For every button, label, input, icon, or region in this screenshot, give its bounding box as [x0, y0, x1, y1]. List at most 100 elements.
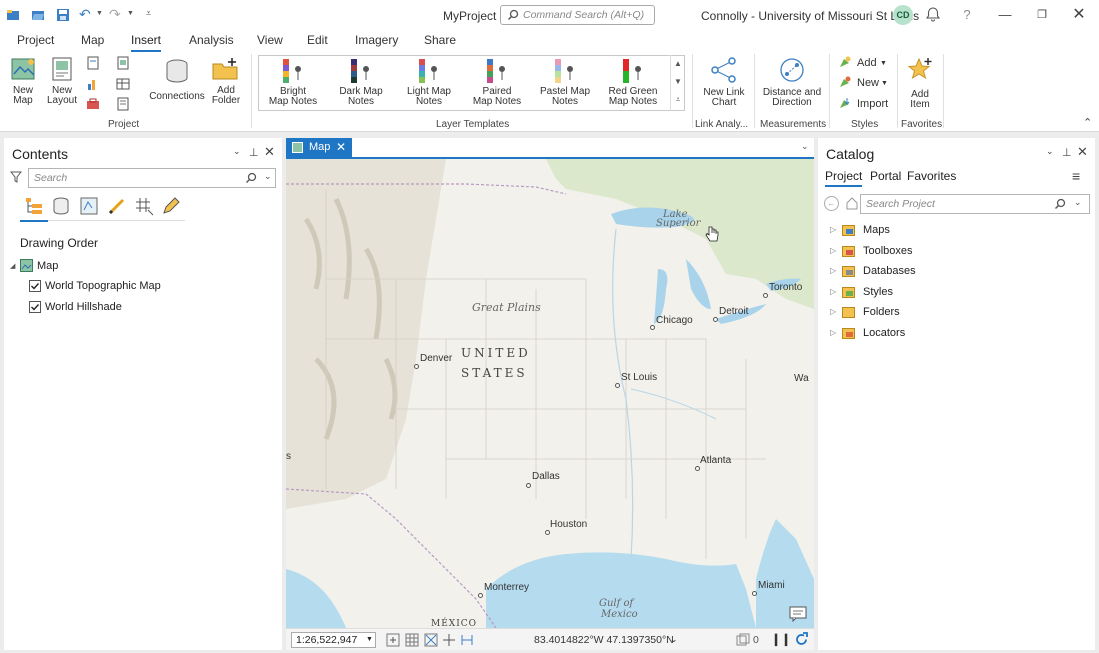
- catalog-item-locators[interactable]: ▷ Locators: [828, 326, 1078, 342]
- map-canvas[interactable]: Lake Superior Great Plains UNITED STATES…: [286, 159, 814, 628]
- customize-toolbar-icon[interactable]: ⩡: [146, 8, 151, 19]
- constraints-icon[interactable]: [424, 633, 438, 647]
- pane-options-dropdown-icon[interactable]: ⌄: [1046, 146, 1054, 157]
- distance-direction-button[interactable]: Distance and Direction: [758, 54, 826, 112]
- new-chart-icon[interactable]: [86, 77, 100, 91]
- layer-template-button[interactable]: Bright Map Notes: [259, 56, 327, 110]
- catalog-item-styles[interactable]: ▷ Styles: [828, 285, 1078, 301]
- map-view-options-icon[interactable]: ⌄: [801, 141, 809, 152]
- avatar[interactable]: CD: [893, 5, 913, 25]
- snapping-icon[interactable]: [442, 633, 456, 647]
- new-notebook-icon[interactable]: [116, 97, 130, 111]
- catalog-tab-project[interactable]: Project: [825, 169, 862, 183]
- minimize-button[interactable]: —: [996, 6, 1014, 24]
- list-by-snapping-icon[interactable]: [134, 196, 154, 216]
- pin-icon[interactable]: ⊥: [1062, 146, 1072, 159]
- search-options-dropdown-icon[interactable]: ⌄: [1074, 197, 1082, 208]
- catalog-item-toolboxes[interactable]: ▷ Toolboxes: [828, 244, 1078, 260]
- new-report-icon[interactable]: [86, 56, 100, 70]
- catalog-menu-icon[interactable]: ≡: [1072, 168, 1080, 184]
- close-map-tab-icon[interactable]: ✕: [336, 140, 346, 154]
- tab-insert[interactable]: Insert: [131, 33, 162, 52]
- expand-arrow-icon[interactable]: ▷: [830, 246, 836, 255]
- layer-visibility-checkbox[interactable]: [29, 301, 41, 313]
- home-icon[interactable]: [845, 196, 859, 210]
- add-folder-button[interactable]: Add Folder: [206, 54, 246, 112]
- layer-template-button[interactable]: Paired Map Notes: [463, 56, 531, 110]
- list-by-drawing-order-icon[interactable]: [24, 196, 44, 216]
- save-project-icon[interactable]: [56, 8, 70, 22]
- tab-map[interactable]: Map: [81, 33, 104, 47]
- map-expand-icon[interactable]: ◢: [10, 262, 15, 270]
- undo-icon[interactable]: ↶: [79, 6, 91, 23]
- list-by-selection-icon[interactable]: [79, 196, 99, 216]
- tab-project[interactable]: Project: [17, 33, 54, 47]
- expand-arrow-icon[interactable]: ▷: [830, 287, 836, 296]
- restore-button[interactable]: ❐: [1033, 6, 1051, 24]
- expand-arrow-icon[interactable]: ▷: [830, 266, 836, 275]
- map-view-tab[interactable]: Map ✕: [286, 138, 352, 157]
- layer-template-button[interactable]: Pastel Map Notes: [531, 56, 599, 110]
- new-project-icon[interactable]: [6, 8, 20, 22]
- tab-view[interactable]: View: [257, 33, 283, 47]
- new-table-icon[interactable]: [116, 77, 130, 91]
- list-by-labeling-icon[interactable]: [161, 196, 181, 216]
- catalog-tab-portal[interactable]: Portal: [870, 169, 901, 183]
- expand-arrow-icon[interactable]: ▷: [830, 307, 836, 316]
- help-button[interactable]: ?: [958, 6, 976, 24]
- grid-icon[interactable]: [405, 633, 419, 647]
- import-map-icon[interactable]: [116, 56, 130, 70]
- notifications-bell-icon[interactable]: [926, 7, 940, 22]
- navigation-icon[interactable]: [460, 633, 474, 647]
- open-project-icon[interactable]: [31, 8, 45, 22]
- add-item-button[interactable]: Add Item: [900, 54, 940, 114]
- list-by-editing-icon[interactable]: [107, 196, 127, 216]
- layer-item-world-hillshade[interactable]: World Hillshade: [45, 301, 122, 313]
- styles-import-button[interactable]: Import: [838, 97, 892, 113]
- pane-options-dropdown-icon[interactable]: ⌄: [233, 146, 241, 157]
- close-pane-icon[interactable]: ✕: [264, 144, 275, 160]
- filter-icon[interactable]: [10, 171, 22, 183]
- catalog-tab-favorites[interactable]: Favorites: [907, 169, 956, 183]
- gallery-scroll-down-icon[interactable]: ▼: [671, 73, 685, 91]
- scale-selector[interactable]: 1:26,522,947 ▼: [291, 632, 376, 648]
- pin-icon[interactable]: ⊥: [249, 146, 259, 159]
- styles-new-button[interactable]: New ▼: [838, 76, 892, 92]
- toolbox-icon[interactable]: [86, 97, 100, 111]
- close-window-button[interactable]: ✕: [1070, 6, 1088, 24]
- command-search-input[interactable]: Command Search (Alt+Q): [500, 5, 655, 25]
- catalog-search-input[interactable]: Search Project ⌄: [860, 194, 1090, 214]
- new-map-button[interactable]: New Map: [6, 54, 40, 112]
- catalog-item-folders[interactable]: ▷ Folders: [828, 305, 1078, 321]
- selected-features-icon[interactable]: [736, 633, 750, 647]
- expand-arrow-icon[interactable]: ▷: [830, 328, 836, 337]
- fixed-zoom-in-icon[interactable]: [386, 633, 400, 647]
- redo-dropdown-icon[interactable]: ▼: [127, 10, 134, 17]
- layer-visibility-checkbox[interactable]: [29, 280, 41, 292]
- redo-icon[interactable]: ↷: [109, 6, 121, 23]
- expand-arrow-icon[interactable]: ▷: [830, 225, 836, 234]
- connections-button[interactable]: Connections: [146, 54, 208, 112]
- pause-drawing-button[interactable]: ❙❙: [771, 632, 791, 646]
- layer-template-button[interactable]: Dark Map Notes: [327, 56, 395, 110]
- layer-template-button[interactable]: Red Green Map Notes: [599, 56, 667, 110]
- new-layout-button[interactable]: New Layout: [42, 54, 82, 112]
- styles-add-button[interactable]: Add ▼: [838, 56, 892, 72]
- refresh-icon[interactable]: [794, 632, 809, 647]
- gallery-expand-icon[interactable]: ⩡: [671, 91, 685, 109]
- map-notes-icon[interactable]: [789, 606, 807, 622]
- contents-search-input[interactable]: Search ⌄: [28, 168, 276, 188]
- new-link-chart-button[interactable]: New Link Chart: [698, 54, 750, 112]
- catalog-item-databases[interactable]: ▷ Databases: [828, 264, 1078, 280]
- undo-dropdown-icon[interactable]: ▼: [96, 10, 103, 17]
- collapse-ribbon-icon[interactable]: ⌃: [1083, 116, 1092, 129]
- list-by-source-icon[interactable]: [51, 196, 71, 216]
- map-tree-item[interactable]: Map: [37, 260, 58, 272]
- search-options-dropdown-icon[interactable]: ⌄: [264, 171, 272, 182]
- signed-in-user[interactable]: Connolly - University of Missouri St Lou…: [701, 9, 919, 23]
- tab-imagery[interactable]: Imagery: [355, 33, 398, 47]
- gallery-scroll-up-icon[interactable]: ▲: [671, 55, 685, 73]
- back-button[interactable]: ←: [824, 196, 839, 211]
- close-pane-icon[interactable]: ✕: [1077, 144, 1088, 160]
- tab-edit[interactable]: Edit: [307, 33, 328, 47]
